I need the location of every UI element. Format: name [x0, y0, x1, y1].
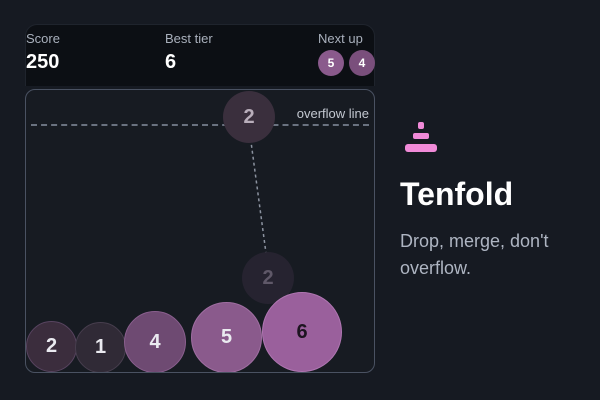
ball-tier-1: 1: [75, 322, 126, 372]
hud-bar: Score 250 Best tier 6 Next up 5 4: [25, 24, 375, 86]
score-label: Score: [26, 31, 60, 46]
aim-ball[interactable]: 2: [223, 91, 275, 143]
next-ball-1: 5: [318, 50, 344, 76]
ball-tier-5: 5: [191, 302, 262, 372]
ball-tier-6: 6: [262, 292, 342, 372]
ball-tier-4: 4: [124, 311, 186, 372]
best-tier-value: 6: [165, 51, 177, 73]
score-value: 250: [26, 51, 60, 73]
best-tier-label: Best tier: [165, 31, 213, 46]
ball-tier-2: 2: [26, 321, 77, 372]
next-ball-2: 4: [349, 50, 375, 76]
stack-logo-icon: [405, 122, 437, 152]
game-title: Tenfold: [400, 176, 514, 212]
overflow-line: [31, 124, 369, 126]
next-up-label: Next up: [318, 31, 363, 46]
overflow-line-label: overflow line: [296, 106, 369, 121]
game-board[interactable]: overflow line 2 2 2 1 4 5 6: [25, 89, 375, 373]
game-tagline: Drop, merge, don't overflow.: [400, 231, 549, 278]
